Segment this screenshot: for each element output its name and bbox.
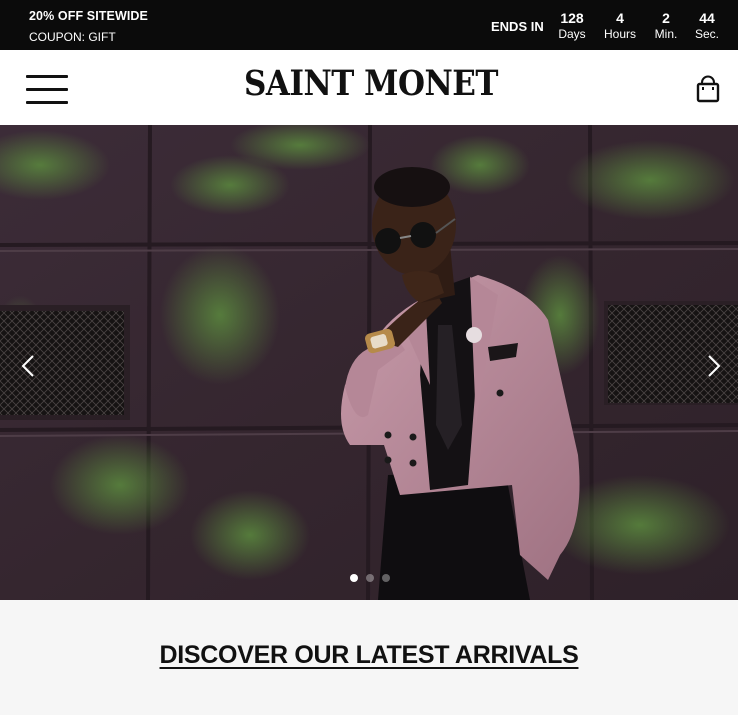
countdown-minutes: 2 Min.: [651, 10, 681, 42]
slide-dot-3[interactable]: [382, 574, 390, 582]
slide-dot-1[interactable]: [350, 574, 358, 582]
hero-image: [0, 125, 738, 600]
countdown-days-unit: Days: [558, 27, 586, 41]
countdown-hours-value: 4: [616, 10, 624, 26]
countdown-minutes-unit: Min.: [654, 27, 678, 41]
chevron-right-icon[interactable]: [698, 351, 728, 381]
section-heading-text[interactable]: DISCOVER OUR LATEST ARRIVALS: [160, 641, 579, 669]
shopping-bag-icon[interactable]: [693, 74, 723, 104]
section-heading: DISCOVER OUR LATEST ARRIVALS: [0, 641, 738, 670]
logo-text[interactable]: SAINT MONET: [244, 64, 499, 104]
promo-bar: 20% OFF SITEWIDE COUPON: GIFT ENDS IN 12…: [0, 0, 738, 50]
countdown-days: 128 Days: [556, 10, 588, 42]
countdown-hours: 4 Hours: [602, 10, 638, 42]
slide-dot-2[interactable]: [366, 574, 374, 582]
promo-coupon: COUPON: GIFT: [29, 30, 116, 44]
countdown-days-value: 128: [560, 10, 584, 26]
countdown-seconds-value: 44: [699, 10, 715, 26]
countdown-seconds-unit: Sec.: [694, 27, 719, 41]
countdown-minutes-value: 2: [662, 10, 670, 26]
chevron-left-icon[interactable]: [14, 351, 44, 381]
countdown-hours-unit: Hours: [603, 27, 636, 41]
countdown-seconds: 44 Sec.: [692, 10, 722, 42]
promo-text: 20% OFF SITEWIDE COUPON: GIFT: [29, 8, 148, 43]
promo-headline: 20% OFF SITEWIDE: [29, 9, 148, 23]
countdown-label: ENDS IN: [491, 19, 544, 34]
hero-slideshow[interactable]: [0, 125, 738, 600]
site-header: SAINT MONET: [0, 50, 738, 125]
site-logo[interactable]: SAINT MONET: [0, 64, 738, 104]
